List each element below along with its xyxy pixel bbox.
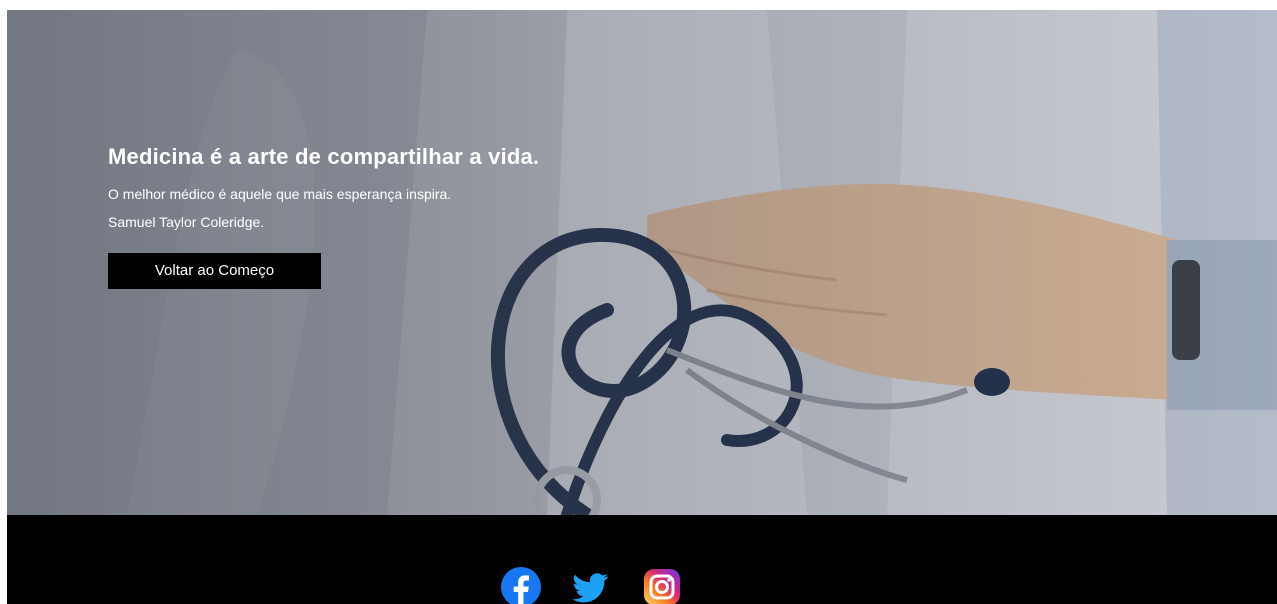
hero-title: Medicina é a arte de compartilhar a vida…: [108, 144, 540, 169]
hero-author: Samuel Taylor Coleridge.: [108, 214, 265, 230]
footer: [7, 515, 1277, 604]
back-to-top-button[interactable]: Voltar ao Começo: [108, 253, 321, 289]
hero-banner: Medicina é a arte de compartilhar a vida…: [7, 10, 1277, 515]
facebook-icon[interactable]: [501, 567, 541, 604]
page: Medicina é a arte de compartilhar a vida…: [0, 0, 1277, 604]
instagram-icon[interactable]: [642, 567, 682, 604]
hero-content: Medicina é a arte de compartilhar a vida…: [108, 143, 539, 289]
hero-quote: O melhor médico é aquele que mais espera…: [108, 186, 452, 202]
twitter-icon[interactable]: [570, 567, 610, 604]
